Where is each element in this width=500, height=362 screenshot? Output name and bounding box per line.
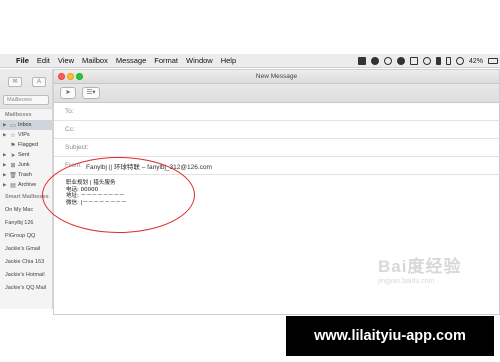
sidebar-item-label: Flagged: [18, 142, 38, 148]
subject-label: Subject:: [65, 144, 89, 151]
menu-window[interactable]: Window: [186, 56, 213, 65]
sidebar-item-vips[interactable]: ▶ ☆ VIPs: [0, 130, 52, 140]
get-mail-button[interactable]: ✉: [8, 77, 22, 87]
cc-field[interactable]: Cc:: [54, 121, 499, 139]
star-icon: ☆: [10, 132, 16, 139]
battery-icon[interactable]: [488, 58, 498, 64]
sync-icon[interactable]: [383, 57, 392, 65]
menu-file[interactable]: File: [16, 56, 29, 65]
cc-label: Cc:: [65, 126, 75, 133]
sidebar-account-jackie-chia-163[interactable]: Jackie Chia 163: [0, 255, 52, 268]
sidebar-item-inbox[interactable]: ▶ ▭ Inbox: [0, 120, 52, 130]
sidebar-item-sent[interactable]: ▶ ➤ Sent: [0, 150, 52, 160]
window-title: New Message: [255, 73, 298, 80]
watermark-logo: Bai度经验: [378, 257, 462, 276]
mail-sidebar: ✉ A Mailboxes Mailboxes ▶ ▭ Inbox ▶ ☆ VI…: [0, 69, 53, 309]
battery-percent: 42%: [468, 57, 483, 65]
sidebar-item-label: VIPs: [18, 132, 30, 138]
app-status-icon[interactable]: [357, 57, 366, 65]
sidebar-item-label: Archive: [18, 182, 37, 188]
menu-items: File Edit View Mailbox Message Format Wi…: [0, 56, 244, 65]
banner-text: www.lilaityiu-app.com: [314, 328, 466, 344]
sidebar-toolbar: ✉ A Mailboxes: [0, 69, 52, 109]
watermark-url: jingyan.baidu.com: [378, 278, 435, 285]
font-button[interactable]: A: [32, 77, 46, 87]
sidebar-item-junk[interactable]: ▶ ⊠ Junk: [0, 160, 52, 170]
baidu-watermark: Bai度经验 jingyan.baidu.com: [378, 252, 478, 292]
menu-edit[interactable]: Edit: [37, 56, 50, 65]
paper-plane-icon: ➤: [10, 152, 16, 159]
screen-icon[interactable]: [409, 57, 418, 65]
flag-icon: ⚑: [10, 142, 16, 149]
to-field[interactable]: To:: [54, 103, 499, 121]
url-banner: www.lilaityiu-app.com: [286, 316, 494, 356]
message-toolbar: ➤ ☰▾: [54, 84, 499, 103]
sidebar-account-pigroup-qq[interactable]: PiGroup QQ: [0, 229, 52, 242]
inbox-icon: ▭: [10, 122, 16, 129]
from-label: From:: [65, 162, 82, 169]
sidebar-item-trash[interactable]: ▶ 🗑 Trash: [0, 170, 52, 180]
menu-format[interactable]: Format: [154, 56, 178, 65]
paper-plane-icon: ➤: [65, 89, 71, 96]
to-label: To:: [65, 108, 74, 115]
time-machine-icon[interactable]: [422, 57, 431, 65]
window-titlebar: New Message: [54, 70, 499, 84]
signature-line-address: 地址: －－－－－－－－: [66, 193, 125, 199]
from-field[interactable]: From: Fanylbj || 环球特联 – fanylbj_312@126.…: [54, 157, 499, 175]
send-button[interactable]: ➤: [60, 87, 76, 99]
menu-view[interactable]: View: [58, 56, 74, 65]
sidebar-section-mailboxes: Mailboxes: [5, 112, 32, 118]
sidebar-item-label: Inbox: [18, 122, 32, 128]
archive-icon: ▤: [10, 182, 16, 189]
menu-message[interactable]: Message: [116, 56, 146, 65]
message-body[interactable]: 职业规划 | 猎头服务 电话: 00000 地址: －－－－－－－－ 微信: |…: [66, 180, 126, 206]
sidebar-item-label: Trash: [18, 172, 32, 178]
junk-icon: ⊠: [10, 162, 16, 169]
menu-help[interactable]: Help: [221, 56, 236, 65]
signature-line-wechat: 微信: |－－－－－－－－: [66, 199, 127, 206]
lock-icon[interactable]: [435, 57, 441, 65]
list-icon: ☰▾: [86, 89, 96, 96]
menu-bar: File Edit View Mailbox Message Format Wi…: [0, 54, 500, 68]
sidebar-account-fanylbj-126[interactable]: Fanylbj 126: [0, 216, 52, 229]
sidebar-item-label: Sent: [18, 152, 30, 158]
status-area: 42%: [357, 54, 498, 68]
bluetooth-icon[interactable]: [445, 57, 451, 65]
sidebar-account-jackies-hotmail[interactable]: Jackie's Hotmail: [0, 268, 52, 281]
wechat-icon[interactable]: [370, 57, 379, 65]
sidebar-account-on-my-mac[interactable]: On My Mac: [0, 203, 52, 216]
sidebar-account-jackies-qq-mail[interactable]: Jackie's QQ Mail: [0, 281, 52, 294]
cloud-icon[interactable]: [396, 57, 405, 65]
sidebar-item-archive[interactable]: ▶ ▤ Archive: [0, 180, 52, 190]
menu-mailbox[interactable]: Mailbox: [82, 56, 108, 65]
trash-icon: 🗑: [9, 172, 17, 179]
mailboxes-toggle[interactable]: Mailboxes: [3, 95, 49, 105]
sidebar-item-flagged[interactable]: ⚑ Flagged: [0, 140, 52, 150]
sidebar-section-smart-mailboxes[interactable]: Smart Mailboxes: [0, 190, 52, 203]
sidebar-item-label: Junk: [18, 162, 30, 168]
header-fields-button[interactable]: ☰▾: [82, 87, 100, 99]
from-select[interactable]: Fanylbj || 环球特联 – fanylbj_312@126.com: [86, 161, 212, 171]
subject-field[interactable]: Subject:: [54, 139, 499, 157]
wifi-icon[interactable]: [455, 57, 464, 65]
sidebar-account-jackies-gmail[interactable]: Jackie's Gmail: [0, 242, 52, 255]
